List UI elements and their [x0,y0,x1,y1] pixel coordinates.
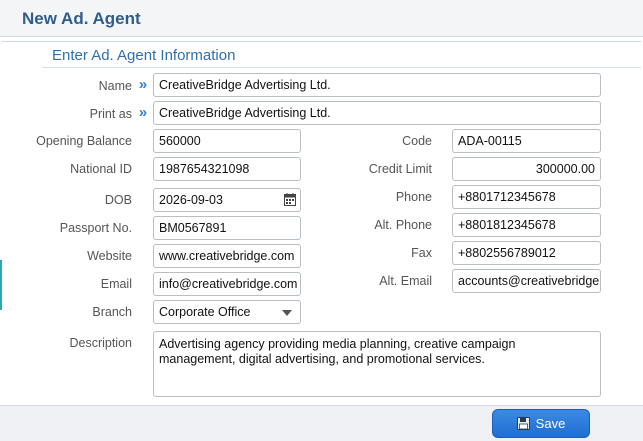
save-button[interactable]: Save [492,409,590,438]
section-title: Enter Ad. Agent Information [52,47,236,64]
branch-label: Branch [92,305,132,319]
passport-input[interactable]: BM0567891 [153,216,301,240]
website-input[interactable]: www.creativebridge.com [153,244,301,268]
name-label: Name [98,79,132,93]
branch-select[interactable]: Corporate Office [153,300,301,324]
chevron-right-double-icon[interactable]: » [137,104,149,121]
caret-down-icon [282,310,292,316]
opening-balance-label: Opening Balance [36,134,132,148]
email-label: Email [100,277,132,291]
alt-email-input[interactable]: accounts@creativebridge.com [452,269,601,293]
dob-value: 2026-09-03 [159,193,223,207]
dob-label: DOB [104,193,132,207]
phone-input[interactable]: +8801712345678 [452,185,601,209]
description-label: Description [69,336,132,350]
window-header: New Ad. Agent [0,0,643,37]
fax-label: Fax [411,246,432,260]
national-id-label: National ID [70,162,132,176]
save-button-label: Save [535,416,566,431]
phone-label: Phone [395,190,432,204]
print-as-input[interactable]: CreativeBridge Advertising Ltd. [153,101,601,125]
website-label: Website [87,249,132,263]
section-divider [42,67,641,68]
floppy-disk-icon [516,417,530,430]
alt-phone-label: Alt. Phone [374,218,432,232]
credit-limit-label: Credit Limit [368,162,432,176]
print-as-label: Print as [89,107,132,121]
alt-phone-input[interactable]: +8801812345678 [452,213,601,237]
chevron-right-double-icon[interactable]: » [137,76,149,93]
code-input[interactable]: ADA-00115 [452,129,601,153]
branch-selected-value: Corporate Office [159,305,251,319]
description-textarea[interactable]: Advertising agency providing media plann… [153,331,601,397]
calendar-icon[interactable] [284,193,296,206]
national-id-input[interactable]: 1987654321098 [153,157,301,181]
fax-input[interactable]: +8802556789012 [452,241,601,265]
passport-label: Passport No. [59,221,132,235]
name-input[interactable]: CreativeBridge Advertising Ltd. [153,73,601,97]
page-title: New Ad. Agent [22,9,141,28]
dob-date-input[interactable]: 2026-09-03 [153,188,301,212]
email-input[interactable]: info@creativebridge.com [153,272,301,296]
opening-balance-input[interactable]: 560000 [153,129,301,153]
code-label: Code [402,134,432,148]
alt-email-label: Alt. Email [379,274,432,288]
credit-limit-input[interactable]: 300000.00 [452,157,601,181]
